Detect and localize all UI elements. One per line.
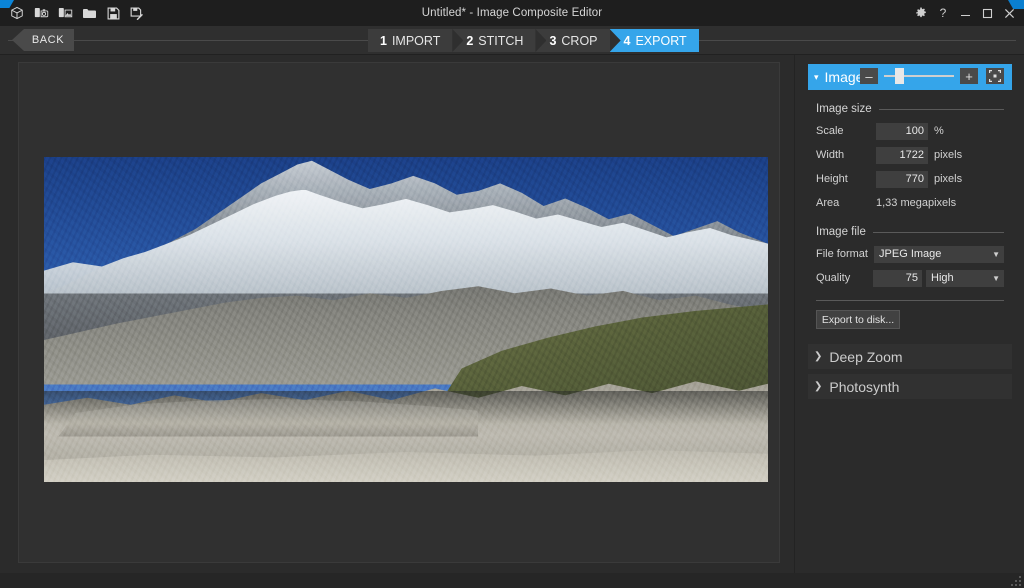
chevron-down-icon: ▼ (992, 273, 1000, 283)
app-cube-icon[interactable] (6, 2, 28, 24)
chevron-right-icon: ❯ (814, 380, 823, 392)
step-export[interactable]: 4 EXPORT (609, 29, 699, 52)
new-panorama-from-images-icon[interactable] (54, 2, 76, 24)
export-to-disk-button[interactable]: Export to disk... (816, 310, 900, 329)
resize-grip[interactable] (1010, 575, 1022, 587)
section-divider (816, 300, 1004, 301)
close-icon[interactable] (998, 1, 1020, 25)
zoom-out-button[interactable]: – (860, 68, 878, 84)
title-bar-toolbar (6, 2, 148, 24)
width-row: Width 1722 pixels (816, 145, 1004, 165)
step-list: 1 IMPORT 2 STITCH 3 CROP 4 EXPORT (368, 29, 699, 52)
width-label: Width (816, 149, 845, 161)
width-unit: pixels (934, 149, 963, 161)
image-file-group-title: Image file (816, 226, 1004, 238)
step-notch-icon (609, 29, 621, 52)
status-bar (0, 573, 1024, 588)
save-icon[interactable] (102, 2, 124, 24)
group-rule (872, 231, 1004, 233)
step-import-number: 1 (380, 33, 387, 48)
quality-preset-select[interactable]: High ▼ (926, 269, 1004, 287)
step-stitch-label: STITCH (478, 33, 524, 48)
scale-label: Scale (816, 125, 844, 137)
image-size-group-title: Image size (816, 103, 1004, 115)
step-stitch-number: 2 (466, 33, 474, 48)
image-file-label: Image file (816, 226, 866, 238)
deep-zoom-title: Deep Zoom (829, 348, 903, 365)
step-notch-icon (452, 29, 464, 52)
height-label: Height (816, 173, 848, 185)
scale-input[interactable]: 100 (876, 122, 928, 140)
file-format-value: JPEG Image (879, 248, 942, 260)
file-format-select[interactable]: JPEG Image ▼ (874, 245, 1004, 263)
save-as-icon[interactable] (126, 2, 148, 24)
scale-unit: % (934, 125, 944, 137)
image-section-title: Image (824, 69, 864, 85)
zoom-toolbar: – + (860, 68, 1004, 84)
deep-zoom-section-header[interactable]: ❯ Deep Zoom (808, 344, 1012, 369)
photosynth-title: Photosynth (829, 378, 900, 395)
new-panorama-from-camera-icon[interactable] (30, 2, 52, 24)
back-button-label: BACK (31, 34, 65, 46)
quality-label: Quality (816, 272, 851, 284)
area-label: Area (816, 197, 840, 209)
height-input[interactable]: 770 (876, 170, 928, 188)
scale-row: Scale 100 % (816, 121, 1004, 141)
step-export-label: EXPORT (635, 33, 687, 48)
width-input[interactable]: 1722 (876, 146, 928, 164)
maximize-icon[interactable] (976, 1, 998, 25)
height-unit: pixels (934, 173, 963, 185)
zoom-in-button[interactable]: + (960, 68, 978, 84)
image-section-body: Image size Scale 100 % Width 1722 pixels… (808, 90, 1012, 339)
open-folder-icon[interactable] (78, 2, 100, 24)
step-crop-label: CROP (561, 33, 598, 48)
stitched-panorama-preview[interactable] (44, 157, 768, 482)
area-value: 1,33 megapixels (876, 197, 957, 209)
chevron-down-icon: ▼ (992, 249, 1000, 259)
back-button[interactable]: BACK (12, 29, 74, 51)
export-to-disk-label: Export to disk... (821, 313, 895, 326)
export-settings-panel: ▾ Image Image size Scale 100 % Width 172… (796, 55, 1024, 573)
minimize-icon[interactable] (954, 1, 976, 25)
step-crop-number: 3 (549, 33, 557, 48)
window-controls: ? (910, 0, 1020, 26)
fit-to-window-icon[interactable] (986, 68, 1004, 84)
title-bar: Untitled* - Image Composite Editor ? (0, 0, 1024, 26)
help-icon[interactable]: ? (932, 1, 954, 25)
height-row: Height 770 pixels (816, 169, 1004, 189)
group-rule (878, 108, 1004, 110)
quality-preset-value: High (931, 272, 954, 284)
step-crop[interactable]: 3 CROP (535, 29, 621, 52)
step-export-number: 4 (623, 33, 631, 48)
window-title: Untitled* - Image Composite Editor (421, 7, 603, 19)
photosynth-section-header[interactable]: ❯ Photosynth (808, 374, 1012, 399)
step-import-label: IMPORT (391, 33, 441, 48)
file-format-label: File format (816, 248, 868, 260)
area-row: Area 1,33 megapixels (816, 193, 1004, 213)
step-import[interactable]: 1 IMPORT (368, 29, 464, 52)
chevron-right-icon: ❯ (814, 350, 823, 362)
zoom-slider[interactable] (884, 68, 954, 84)
chevron-down-icon: ▾ (814, 71, 819, 82)
step-stitch[interactable]: 2 STITCH (452, 29, 547, 52)
quality-input[interactable]: 75 (872, 269, 923, 287)
settings-gear-icon[interactable] (910, 1, 932, 25)
quality-row: Quality 75 High ▼ (816, 268, 1004, 288)
workflow-step-bar: BACK 1 IMPORT 2 STITCH 3 CROP 4 EXPORT (0, 26, 1024, 55)
file-format-row: File format JPEG Image ▼ (816, 244, 1004, 264)
image-size-label: Image size (816, 103, 872, 115)
zoom-slider-handle[interactable] (895, 68, 904, 84)
step-notch-icon (535, 29, 547, 52)
